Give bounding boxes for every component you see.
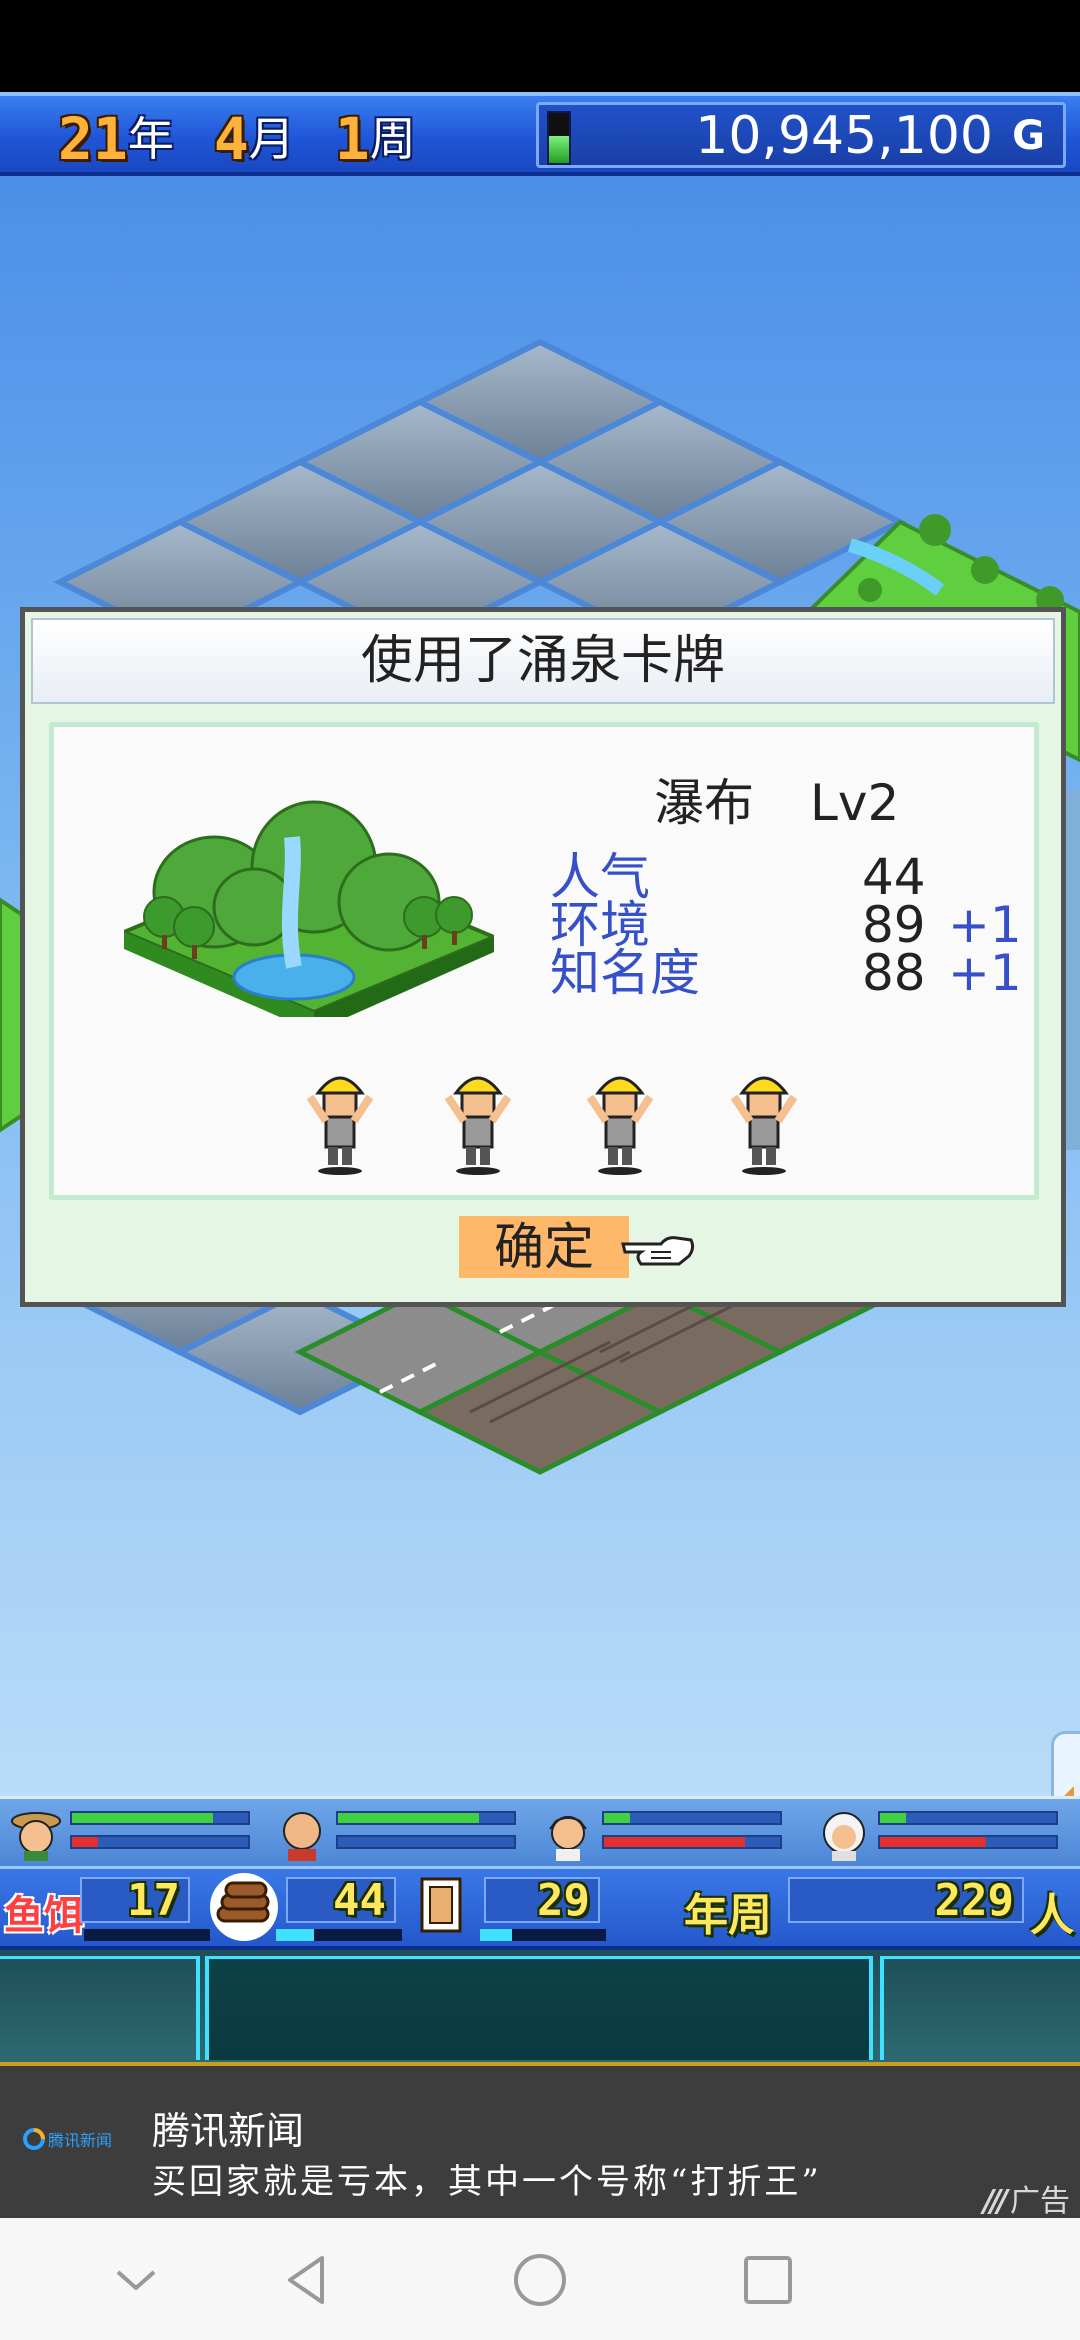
wood-logs-icon	[210, 1873, 278, 1941]
bald-avatar-icon	[283, 1812, 321, 1861]
wood-meter	[276, 1929, 402, 1941]
confirm-button[interactable]: 确定	[459, 1216, 629, 1278]
left-panel-slot[interactable]	[0, 1956, 200, 2060]
staff-slot[interactable]	[266, 1803, 528, 1863]
collapse-button[interactable]	[104, 2248, 168, 2312]
game-top-bar: 21 年 4 月 1 周 10,945,100 G	[0, 92, 1080, 176]
status-bar	[0, 0, 1080, 92]
ad-tag: ///广告	[983, 2184, 1070, 2219]
plank-meter	[480, 1929, 606, 1941]
stat-bonus: +1	[948, 944, 1022, 1002]
staff-slot[interactable]	[532, 1803, 794, 1863]
worker-group	[304, 1067, 824, 1187]
worker-icon	[444, 1076, 512, 1175]
stat-value: 88	[862, 944, 926, 1002]
back-button[interactable]	[276, 2248, 340, 2312]
brown-hair-avatar-icon	[549, 1816, 587, 1861]
side-menu-tab[interactable]	[1051, 1731, 1080, 1796]
bait-meter	[84, 1929, 210, 1941]
resource-row: 鱼饵 17 44 29 年周 229 人	[0, 1866, 1080, 1950]
month-number: 4	[213, 105, 249, 173]
year-number: 21	[58, 105, 128, 173]
staff-slot[interactable]	[808, 1803, 1070, 1863]
chevron-down-icon	[116, 2270, 156, 2291]
system-nav-bar	[0, 2218, 1080, 2340]
tencent-news-logo: 腾讯新闻	[23, 2128, 112, 2150]
ad-text: 买回家就是亏本，其中一个号称“打折王”	[152, 2162, 822, 2202]
facility-name-row: 瀑布 Lv2	[654, 763, 899, 835]
stat-fame: 知名度 88 +1	[550, 943, 1022, 1003]
visitors-unit: 人	[1030, 1890, 1074, 1941]
week-number: 1	[334, 105, 370, 173]
visitors-value: 229	[934, 1875, 1014, 1926]
worker-icon	[306, 1076, 374, 1175]
staff-mp-bar	[878, 1835, 1058, 1849]
facility-level: Lv2	[810, 774, 900, 832]
white-hair-avatar-icon	[823, 1812, 865, 1861]
bait-value: 17	[127, 1875, 180, 1926]
staff-hp-bar	[878, 1811, 1058, 1825]
staff-slot[interactable]	[0, 1803, 262, 1863]
game-date: 21 年 4 月 1 周	[58, 102, 456, 172]
month-unit: 月	[248, 112, 295, 166]
facility-name: 瀑布	[654, 774, 754, 832]
worker-icon	[730, 1076, 798, 1175]
wood-value: 44	[333, 1875, 386, 1926]
week-unit: 周	[369, 112, 416, 166]
dialog-title: 使用了涌泉卡牌	[31, 618, 1055, 704]
money-amount: 10,945,100	[695, 106, 993, 166]
staff-mp-bar	[70, 1835, 250, 1849]
recents-square-icon	[744, 2256, 792, 2304]
plank-icon	[420, 1877, 462, 1933]
right-panel-slot[interactable]	[880, 1956, 1080, 2060]
confirm-area: 确定	[459, 1216, 695, 1280]
pointing-hand-icon	[621, 1236, 695, 1266]
staff-hp-bar	[70, 1811, 250, 1825]
stat-label: 知名度	[550, 944, 700, 1002]
bottom-panel-strip	[0, 1950, 1080, 2066]
annual-label: 年周	[684, 1890, 772, 1941]
staff-hp-bar	[336, 1811, 516, 1825]
money-meter	[547, 111, 571, 165]
staff-status-row	[0, 1796, 1080, 1866]
plank-value: 29	[537, 1875, 590, 1926]
bait-label: 鱼饵	[4, 1893, 84, 1939]
card-used-dialog: 使用了涌泉卡牌 瀑布 Lv2 人气 44 环境 89 +1 知名度 88 +1 …	[20, 607, 1066, 1307]
recents-button[interactable]	[736, 2248, 800, 2312]
waterfall-facility-image	[124, 800, 494, 1017]
home-button[interactable]	[508, 2248, 572, 2312]
staff-mp-bar	[602, 1835, 782, 1849]
staff-hp-bar	[602, 1811, 782, 1825]
worker-icon	[586, 1076, 654, 1175]
year-unit: 年	[127, 112, 174, 166]
ad-banner[interactable]: 腾讯新闻 腾讯新闻 买回家就是亏本，其中一个号称“打折王” ///广告	[0, 2066, 1080, 2219]
facility-panel: 瀑布 Lv2 人气 44 环境 89 +1 知名度 88 +1	[49, 722, 1039, 1200]
explorer-avatar-icon	[11, 1812, 61, 1861]
staff-mp-bar	[336, 1835, 516, 1849]
money-display[interactable]: 10,945,100 G	[536, 102, 1066, 168]
ad-title: 腾讯新闻	[152, 2109, 305, 2153]
svg-text:腾讯新闻: 腾讯新闻	[48, 2131, 112, 2150]
back-triangle-icon	[288, 2256, 324, 2304]
currency-symbol: G	[1012, 113, 1045, 159]
home-circle-icon	[514, 2254, 566, 2306]
center-panel-slot[interactable]	[205, 1956, 873, 2060]
